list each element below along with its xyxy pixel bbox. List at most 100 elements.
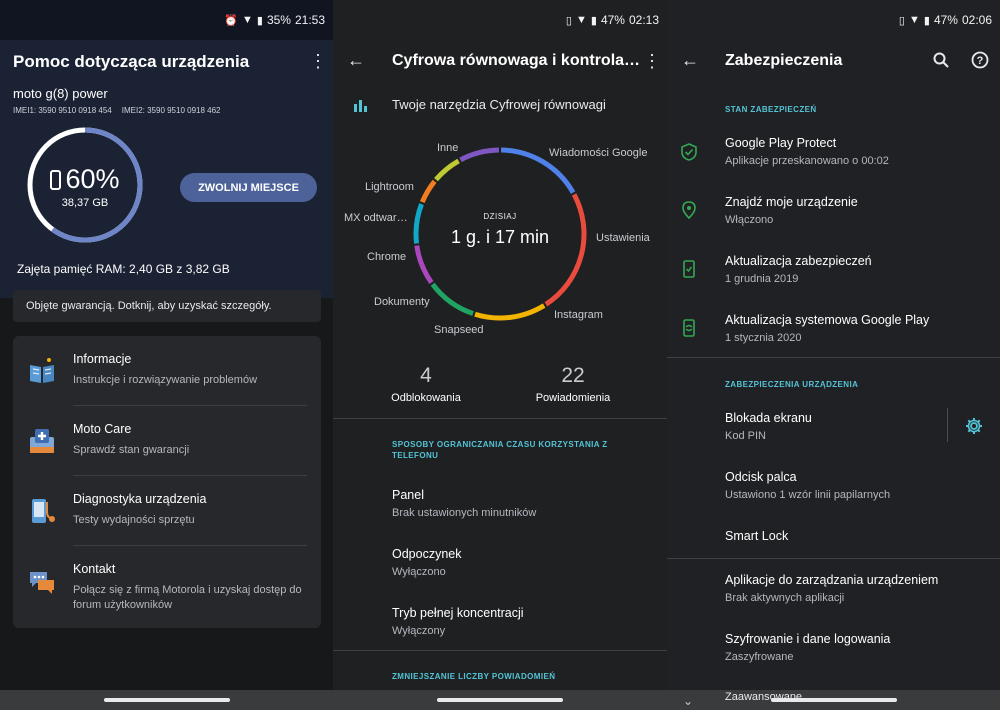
menu-item-informacje[interactable]: Informacje Instrukcje i rozwiązywanie pr…: [13, 336, 321, 406]
list-item-subtitle: Ustawiono 1 wzór linii papilarnych: [725, 489, 891, 501]
back-arrow-icon[interactable]: ←: [347, 50, 365, 71]
free-space-button[interactable]: ZWOLNIJ MIEJSCE: [180, 173, 317, 202]
help-options-card: Informacje Instrukcje i rozwiązywanie pr…: [13, 336, 321, 628]
list-item-subtitle: 1 grudnia 2019: [725, 273, 799, 285]
home-gesture-handle[interactable]: [770, 698, 897, 702]
list-item-title: Tryb pełnej koncentracji: [392, 606, 524, 620]
phone-sync-icon: [683, 319, 695, 337]
menu-item-title: Kontakt: [73, 562, 116, 576]
battery-icon: ▮: [923, 14, 930, 27]
battery-level: 47%: [933, 13, 958, 27]
wifi-icon: ▼: [908, 14, 920, 26]
shield-check-icon: [681, 143, 697, 161]
status-bar: ⏰ ▼ ▮ 35% 21:53: [0, 0, 333, 40]
clock: 21:53: [294, 13, 325, 27]
wifi-icon: ▼: [241, 14, 253, 26]
list-item-panel[interactable]: Panel Brak ustawionych minutników: [392, 488, 536, 519]
phone-check-icon: [683, 260, 695, 278]
warranty-banner[interactable]: Objęte gwarancją. Dotknij, aby uzyskać s…: [13, 290, 321, 322]
security-item-device-admin-apps[interactable]: Aplikacje do zarządzania urządzeniem Bra…: [725, 573, 938, 604]
donut-label: Inne: [437, 142, 459, 154]
menu-item-subtitle: Połącz się z firmą Motorola i uzyskaj do…: [73, 584, 302, 611]
donut-segment-6: [419, 179, 437, 204]
screen-time-total: DZISIAJ 1 g. i 17 min: [412, 212, 588, 248]
list-item-wind-down[interactable]: Odpoczynek Wyłączono: [392, 547, 461, 578]
more-options-icon[interactable]: ⋮: [309, 52, 327, 70]
security-item-play-system-update[interactable]: Aktualizacja systemowa Google Play 1 sty…: [725, 313, 929, 344]
unlocks-count: 4: [420, 364, 432, 387]
bar-chart-icon: [354, 100, 367, 112]
page-title: Cyfrowa równowaga i kontrola…: [392, 52, 641, 69]
vertical-divider: [947, 408, 948, 442]
help-icon[interactable]: ?: [971, 51, 989, 69]
notifications-stat[interactable]: 22 Powiadomienia: [513, 364, 633, 404]
list-item-subtitle: Wyłączony: [392, 625, 446, 637]
list-item-subtitle: Włączono: [725, 214, 774, 226]
list-item-title: Panel: [392, 488, 424, 502]
wifi-icon: ▼: [575, 14, 587, 26]
section-header: SPOSOBY OGRANICZANIA CZASU KORZYSTANIA Z…: [392, 440, 608, 460]
menu-item-contact[interactable]: Kontakt Połącz się z firmą Motorola i uz…: [13, 546, 321, 616]
section-header: ZMNIEJSZANIE LICZBY POWIADOMIEŃ: [392, 672, 556, 681]
security-item-security-update[interactable]: Aktualizacja zabezpieczeń 1 grudnia 2019: [725, 254, 872, 285]
location-pin-icon: [682, 201, 696, 219]
menu-item-subtitle: Testy wydajności sprzętu: [73, 514, 195, 526]
list-item-focus-mode[interactable]: Tryb pełnej koncentracji Wyłączony: [392, 606, 524, 637]
list-item-subtitle: 1 stycznia 2020: [725, 332, 802, 344]
donut-segment-3: [430, 282, 474, 316]
list-item-title: Smart Lock: [725, 529, 789, 543]
battery-icon: ▮: [590, 14, 597, 27]
security-item-fingerprint[interactable]: Odcisk palca Ustawiono 1 wzór linii papi…: [725, 470, 890, 501]
status-bar: ▯ ▼ ▮ 47% 02:06: [667, 0, 1000, 40]
unlocks-stat[interactable]: 4 Odblokowania: [366, 364, 486, 404]
wellbeing-tools-link[interactable]: Twoje narzędzia Cyfrowej równowagi: [392, 97, 606, 112]
digital-wellbeing-screen: ▯ ▼ ▮ 47% 02:13 ← Cyfrowa równowaga i ko…: [333, 0, 667, 710]
list-item-subtitle: Brak aktywnych aplikacji: [725, 592, 845, 604]
menu-item-title: Diagnostyka urządzenia: [73, 492, 207, 506]
imei1: IMEI1: 3590 9510 0918 454: [13, 106, 112, 115]
list-item-title: Google Play Protect: [725, 136, 837, 150]
list-item-title: Szyfrowanie i dane logowania: [725, 632, 891, 646]
menu-item-subtitle: Sprawdź stan gwarancji: [73, 444, 190, 456]
security-item-smart-lock[interactable]: Smart Lock: [725, 529, 788, 543]
menu-item-title: Informacje: [73, 352, 132, 366]
page-title: Pomoc dotycząca urządzenia: [13, 52, 250, 71]
book-icon: [30, 358, 54, 383]
list-item-subtitle: Aplikacje przeskanowano o 00:02: [725, 155, 889, 167]
alarm-icon: ⏰: [224, 14, 238, 27]
donut-label: Snapseed: [434, 324, 484, 336]
chat-bubbles-icon: [30, 572, 54, 594]
security-item-encryption[interactable]: Szyfrowanie i dane logowania Zaszyfrowan…: [725, 632, 890, 663]
search-icon[interactable]: [933, 52, 949, 68]
donut-label: Wiadomości Google: [549, 147, 648, 159]
security-item-screen-lock[interactable]: Blokada ekranu Kod PIN: [725, 411, 812, 442]
home-gesture-handle[interactable]: [437, 698, 563, 702]
divider: [667, 558, 1000, 559]
donut-label: Lightroom: [365, 181, 414, 193]
donut-label: Chrome: [367, 251, 407, 263]
svg-text:?: ?: [977, 55, 984, 67]
storage-summary: 60% 38,37 GB: [26, 164, 144, 209]
notifications-label: Powiadomienia: [535, 392, 611, 404]
storage-percent: 60%: [65, 164, 120, 194]
list-item-title: Blokada ekranu: [725, 411, 812, 425]
list-item-title: Aplikacje do zarządzania urządzeniem: [725, 573, 939, 587]
gear-icon[interactable]: [965, 417, 983, 435]
unlocks-label: Odblokowania: [391, 392, 461, 404]
vibrate-icon: ▯: [898, 14, 905, 27]
more-options-icon[interactable]: ⋮: [643, 52, 661, 70]
security-item-play-protect[interactable]: Google Play Protect Aplikacje przeskanow…: [725, 136, 889, 167]
menu-item-moto-care[interactable]: Moto Care Sprawdź stan gwarancji: [13, 406, 321, 476]
phone-icon: [50, 169, 62, 190]
menu-item-diagnostics[interactable]: Diagnostyka urządzenia Testy wydajności …: [13, 476, 321, 546]
list-item-subtitle: Kod PIN: [725, 430, 766, 442]
home-gesture-handle[interactable]: [103, 698, 230, 702]
chevron-down-icon[interactable]: ⌄: [683, 694, 693, 708]
donut-segment-8: [459, 147, 500, 163]
donut-segment-1: [544, 193, 587, 307]
security-item-find-device[interactable]: Znajdź moje urządzenie Włączono: [725, 195, 858, 226]
battery-icon: ▮: [256, 14, 263, 27]
page-title: Zabezpieczenia: [725, 52, 843, 69]
section-header: STAN ZABEZPIECZEŃ: [725, 105, 817, 114]
back-arrow-icon[interactable]: ←: [681, 50, 699, 71]
